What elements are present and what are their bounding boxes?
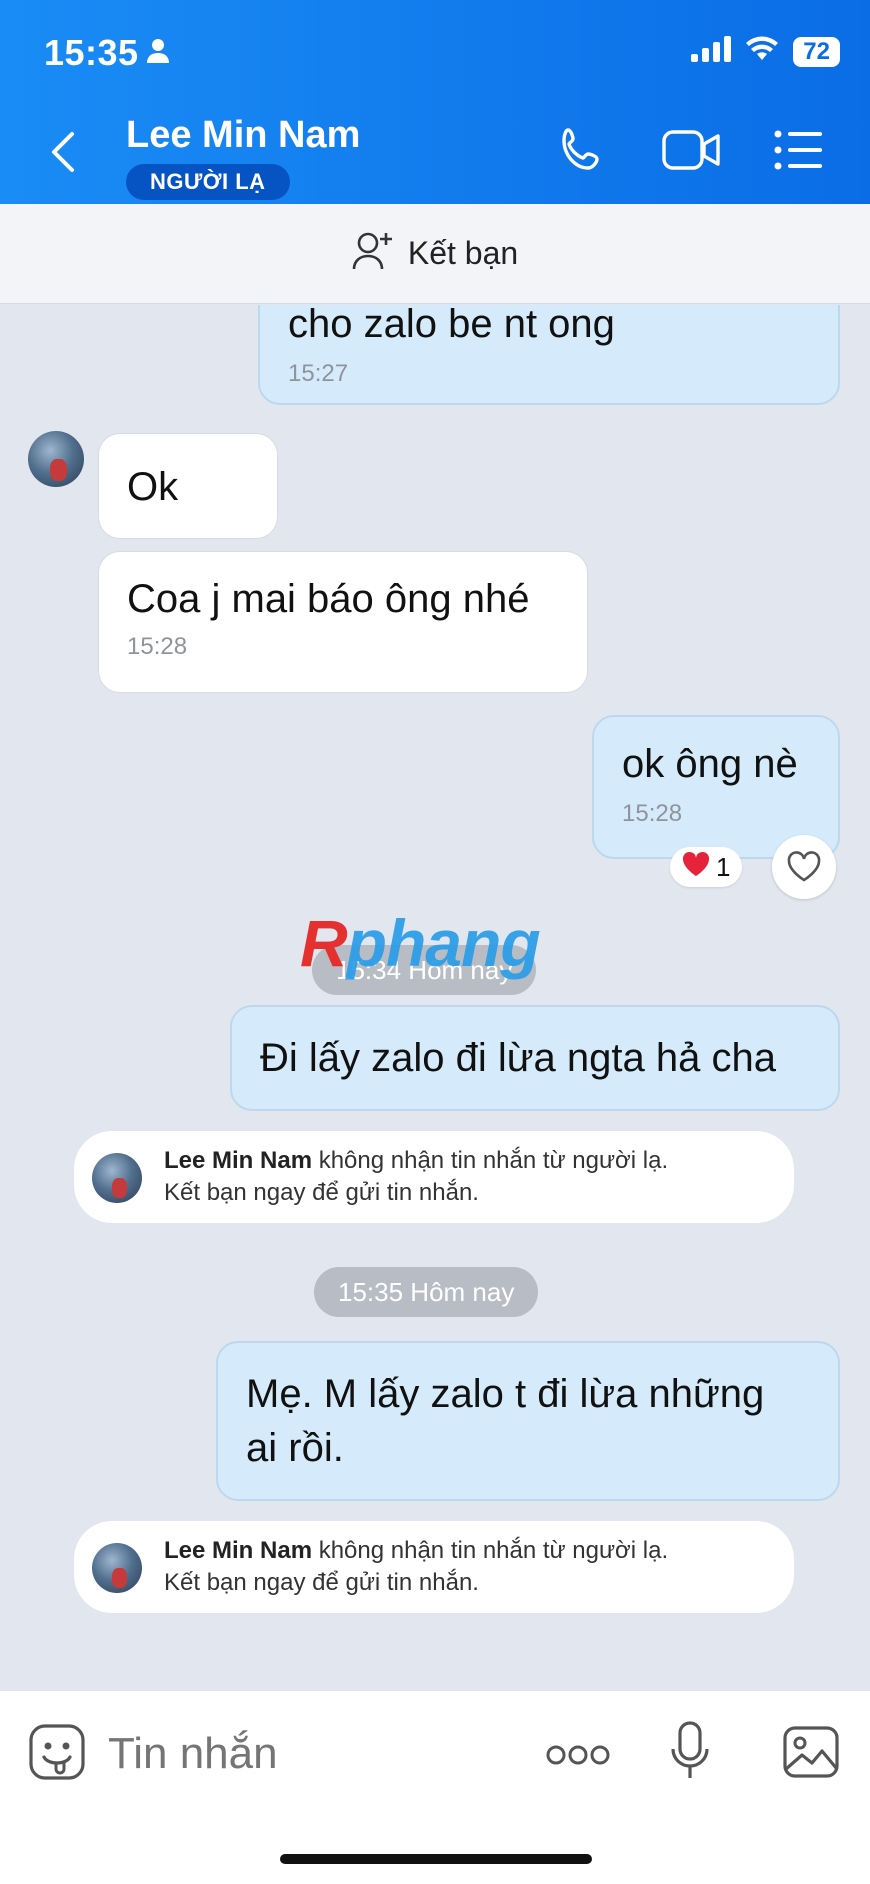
battery-level: 72 [793, 36, 840, 67]
contact-name[interactable]: Lee Min Nam [126, 114, 360, 157]
message-text: Coa j mai báo ông nhé [127, 577, 530, 621]
message-composer [0, 1690, 870, 1884]
message-text: Đi lấy zalo đi lừa ngta hả cha [260, 1036, 776, 1080]
watermark-logo: Rphang [300, 906, 541, 980]
wifi-icon [745, 36, 779, 67]
message-bubble-incoming[interactable]: Ok [98, 433, 278, 539]
system-notice: Lee Min Nam không nhận tin nhắn từ người… [74, 1521, 794, 1613]
contact-avatar [92, 1153, 142, 1203]
menu-list-button[interactable] [774, 130, 824, 175]
message-text-line: ai rồi. [246, 1426, 344, 1470]
more-options-icon[interactable] [546, 1743, 610, 1772]
chat-header: 15:35 72 Lee Min Nam NGƯỜI LẠ [0, 0, 870, 204]
message-time: 15:28 [622, 800, 683, 827]
status-bar: 15:35 72 [0, 0, 870, 100]
message-bubble-outgoing[interactable]: Đi lấy zalo đi lừa ngta hả cha [230, 1005, 840, 1111]
status-indicators: 72 [691, 36, 840, 67]
add-friend-button[interactable]: Kết bạn [0, 204, 870, 304]
message-text: ok ông nè [622, 742, 798, 786]
system-notice-text: Lee Min Nam không nhận tin nhắn từ người… [164, 1537, 669, 1596]
date-separator: 15:35 Hôm nay [314, 1267, 539, 1317]
system-notice: Lee Min Nam không nhận tin nhắn từ người… [74, 1131, 794, 1223]
add-friend-label: Kết bạn [407, 235, 519, 271]
message-time: 15:27 [288, 360, 349, 387]
status-time: 15:35 [44, 32, 139, 73]
message-input[interactable] [108, 1729, 508, 1779]
stranger-badge: NGƯỜI LẠ [126, 164, 290, 200]
home-indicator [280, 1854, 592, 1864]
heart-emoji-icon [682, 851, 710, 884]
add-person-icon [352, 231, 394, 276]
message-bubble-incoming[interactable]: Coa j mai báo ông nhé 15:28 [98, 551, 588, 693]
back-button[interactable] [48, 130, 76, 179]
image-gallery-button[interactable] [782, 1725, 840, 1784]
chat-area[interactable]: cho zalo be nt ong 15:27 Ok Coa j mai bá… [0, 305, 870, 1690]
contact-avatar [92, 1543, 142, 1593]
contact-avatar[interactable] [28, 431, 84, 487]
microphone-button[interactable] [670, 1721, 710, 1786]
person-icon [146, 38, 170, 69]
phone-call-button[interactable] [558, 126, 606, 179]
nav-bar: Lee Min Nam NGƯỜI LẠ [0, 100, 870, 204]
message-bubble-outgoing[interactable]: cho zalo be nt ong 15:27 [258, 305, 840, 405]
system-notice-text: Lee Min Nam không nhận tin nhắn từ người… [164, 1147, 669, 1206]
message-text-line: Mẹ. M lấy zalo t đi lừa những [246, 1372, 765, 1416]
message-text: Ok [127, 465, 179, 509]
message-bubble-outgoing[interactable]: Mẹ. M lấy zalo t đi lừa những ai rồi. [216, 1341, 840, 1501]
reaction-count: 1 [716, 851, 731, 882]
react-heart-button[interactable] [772, 835, 836, 899]
signal-icon [691, 36, 732, 67]
video-call-button[interactable] [662, 128, 722, 177]
message-text: cho zalo be nt ong [288, 305, 615, 346]
emoji-sticker-button[interactable] [28, 1723, 86, 1786]
reaction-badge[interactable]: 1 [670, 847, 743, 887]
message-time: 15:28 [127, 633, 188, 660]
